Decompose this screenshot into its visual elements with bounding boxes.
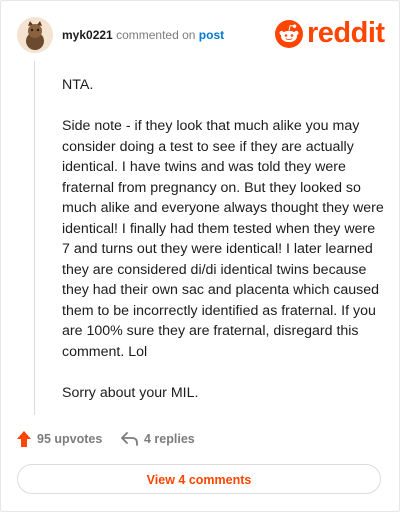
commented-on-label: commented on [116, 28, 196, 42]
comment-paragraph: Sorry about your MIL. [62, 384, 199, 401]
view-comments-button[interactable]: View 4 comments [17, 464, 381, 494]
reddit-logo[interactable]: reddit [275, 17, 385, 50]
comment-card: myk0221 commented on post reddit NTA. Si… [0, 0, 400, 512]
username-link[interactable]: myk0221 [62, 28, 113, 42]
reply-count: 4 replies [144, 432, 195, 446]
comment-paragraph: Side note - if they look that much alike… [62, 118, 384, 360]
comment-header: myk0221 commented on post reddit [17, 17, 385, 53]
reddit-snoo-icon [275, 20, 303, 48]
upvote-button[interactable]: 95 upvotes [17, 429, 102, 449]
comment-byline: myk0221 commented on post [62, 28, 224, 42]
user-avatar[interactable] [17, 17, 53, 53]
reddit-wordmark: reddit [307, 17, 385, 49]
upvote-count: 95 upvotes [37, 432, 103, 446]
post-link[interactable]: post [199, 28, 224, 42]
thread-line [34, 61, 35, 415]
upvote-arrow-icon [17, 431, 31, 447]
comment-actions: 95 upvotes 4 replies [17, 429, 383, 449]
comment-paragraph: NTA. [62, 77, 94, 93]
reply-button[interactable]: 4 replies [121, 429, 195, 449]
comment-body: NTA. Side note - if they look that much … [62, 75, 386, 424]
reply-icon [121, 432, 138, 446]
